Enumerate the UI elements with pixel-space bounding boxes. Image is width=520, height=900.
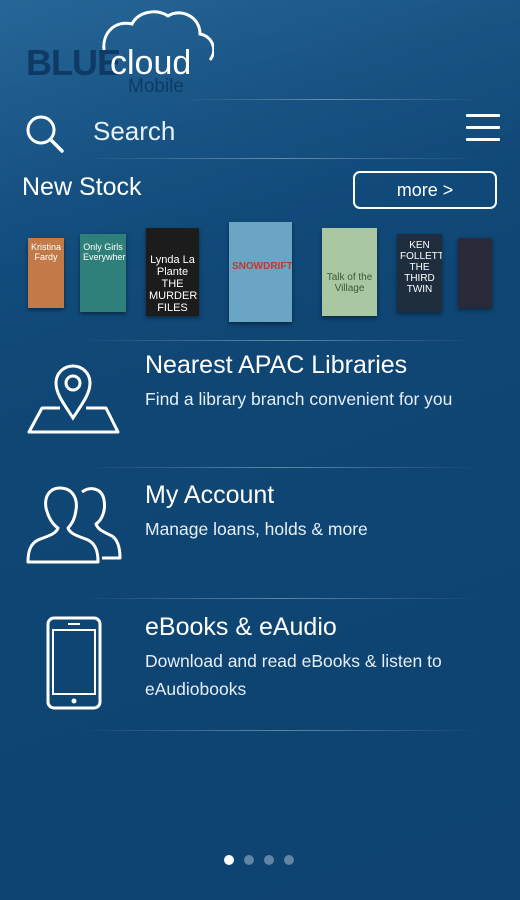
search-label[interactable]: Search (93, 116, 175, 147)
page-dot-active[interactable] (224, 855, 234, 865)
page-dot[interactable] (264, 855, 274, 865)
nearest-libraries-item[interactable]: Nearest APAC Libraries Find a library br… (0, 342, 520, 466)
search-icon[interactable] (22, 112, 66, 156)
ebooks-eaudio-item[interactable]: eBooks & eAudio Download and read eBooks… (0, 602, 520, 730)
book-cover-title: Lynda La Plante THE MURDER FILES (149, 254, 198, 314)
users-icon (26, 486, 122, 564)
book-cover[interactable]: Talk of the Village (322, 228, 377, 316)
book-cover[interactable]: KEN FOLLETT THE THIRD TWIN (397, 234, 442, 312)
bluecloud-logo: BLUE cloud Mobile (24, 6, 214, 97)
book-cover-title: SNOWDRIFT (232, 261, 292, 272)
more-button[interactable]: more > (353, 171, 497, 209)
book-cover-title: KEN FOLLETT THE THIRD TWIN (400, 240, 442, 295)
item-title: My Account (145, 481, 275, 509)
my-account-item[interactable]: My Account Manage loans, holds & more (0, 470, 520, 598)
page-indicator (224, 852, 304, 865)
book-cover[interactable] (458, 238, 492, 308)
item-description: Manage loans, holds & more (145, 519, 368, 539)
page-dot[interactable] (244, 855, 254, 865)
book-cover-title: Only Girls Everywhere (83, 242, 126, 262)
new-stock-carousel[interactable]: Kristina Fardy Only Girls Everywhere Lyn… (0, 220, 520, 324)
logo-text-mobile: Mobile (128, 76, 184, 97)
hamburger-menu-icon[interactable] (466, 114, 500, 144)
item-description: Find a library branch convenient for you (145, 389, 453, 409)
divider (80, 598, 480, 599)
divider (180, 99, 480, 100)
item-title: Nearest APAC Libraries (145, 351, 408, 379)
book-cover[interactable]: SNOWDRIFT (229, 222, 292, 322)
book-cover[interactable]: Lynda La Plante THE MURDER FILES (146, 228, 199, 316)
smartphone-icon (46, 616, 102, 710)
page-dot[interactable] (284, 855, 294, 865)
logo-text-blue: BLUE (26, 42, 121, 83)
divider (80, 467, 480, 468)
map-pin-icon (27, 364, 120, 434)
item-title: eBooks & eAudio (145, 613, 337, 641)
book-cover-title: Talk of the Village (326, 272, 373, 294)
divider (80, 340, 480, 341)
divider (80, 730, 480, 731)
search-bar[interactable]: Search (0, 104, 520, 156)
book-cover[interactable]: Kristina Fardy (28, 238, 64, 308)
book-cover[interactable]: Only Girls Everywhere (80, 234, 126, 312)
book-cover-title: Kristina Fardy (31, 242, 62, 262)
divider (80, 158, 480, 159)
new-stock-title: New Stock (22, 173, 142, 201)
item-description: Download and read eBooks & listen to eAu… (145, 651, 442, 699)
